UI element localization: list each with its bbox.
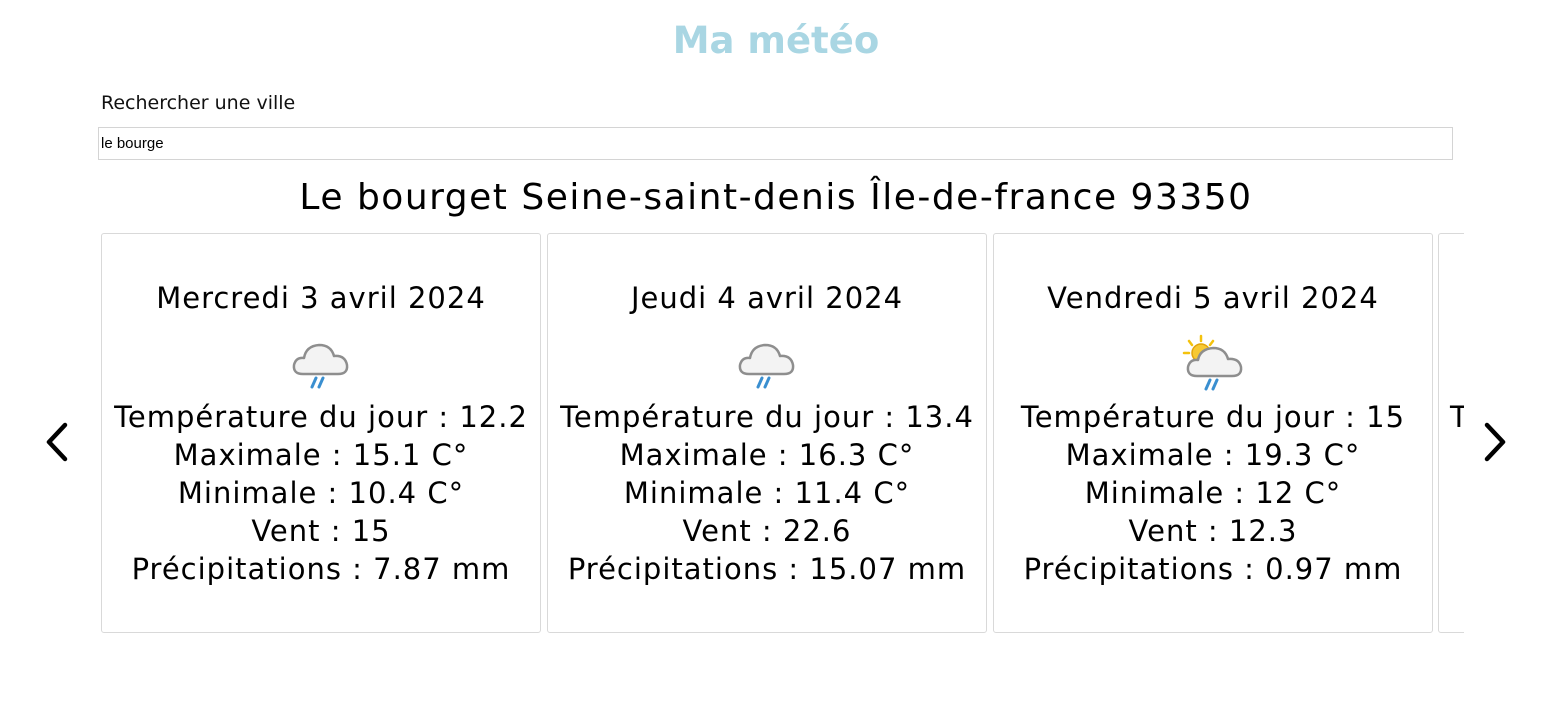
- day-temperature: Température du jour : 12.2: [114, 400, 528, 434]
- chevron-right-icon: [1484, 422, 1506, 462]
- wind-speed: Vent : 15: [251, 514, 391, 548]
- max-temperature: Maximale : 15.1 C°: [173, 438, 469, 472]
- forecast-card: Jeudi 4 avril 2024 Température du jour :…: [547, 233, 987, 633]
- app-title: Ma météo: [672, 19, 880, 62]
- precipitation: Précipitations : 7.87 mm: [131, 552, 511, 586]
- search-label: Rechercher une ville: [101, 92, 296, 114]
- max-temperature: Maximale : 19.3 C°: [1065, 438, 1361, 472]
- wind-speed: Vent : 22.6: [682, 514, 852, 548]
- min-temperature: Minimale : 10.4 C°: [177, 476, 465, 510]
- carousel-next-button[interactable]: [1474, 420, 1514, 464]
- forecast-date: Vendredi 5 avril 2024: [1047, 281, 1379, 315]
- precipitation: Précipitations : 0.97 mm: [1023, 552, 1403, 586]
- forecast-date: Jeudi 4 avril 2024: [630, 281, 904, 315]
- forecast-card: T: [1438, 233, 1464, 633]
- rain-cloud-icon: [738, 343, 795, 389]
- day-temperature: Température du jour : 15: [1020, 400, 1406, 434]
- wind-speed: Vent : 12.3: [1128, 514, 1298, 548]
- forecast-date: Mercredi 3 avril 2024: [156, 281, 486, 315]
- forecast-card: Vendredi 5 avril 2024 Température du jou…: [993, 233, 1433, 633]
- rain-cloud-icon: [292, 343, 349, 389]
- carousel-prev-button[interactable]: [38, 420, 78, 464]
- location-title: Le bourget Seine-saint-denis Île-de-fran…: [299, 177, 1253, 218]
- max-temperature: Maximale : 16.3 C°: [619, 438, 915, 472]
- day-temperature: Température du jour : 13.4: [560, 400, 974, 434]
- min-temperature: Minimale : 11.4 C°: [623, 476, 911, 510]
- min-temperature: Minimale : 12 C°: [1084, 476, 1342, 510]
- precipitation: Précipitations : 15.07 mm: [567, 552, 967, 586]
- chevron-left-icon: [46, 422, 68, 462]
- forecast-carousel: Mercredi 3 avril 2024 Température du jou…: [101, 233, 1464, 633]
- forecast-card: Mercredi 3 avril 2024 Température du jou…: [101, 233, 541, 633]
- sun-rain-cloud-icon: [1182, 334, 1243, 391]
- day-temperature: T: [1450, 398, 1464, 436]
- city-search-input[interactable]: [98, 127, 1453, 160]
